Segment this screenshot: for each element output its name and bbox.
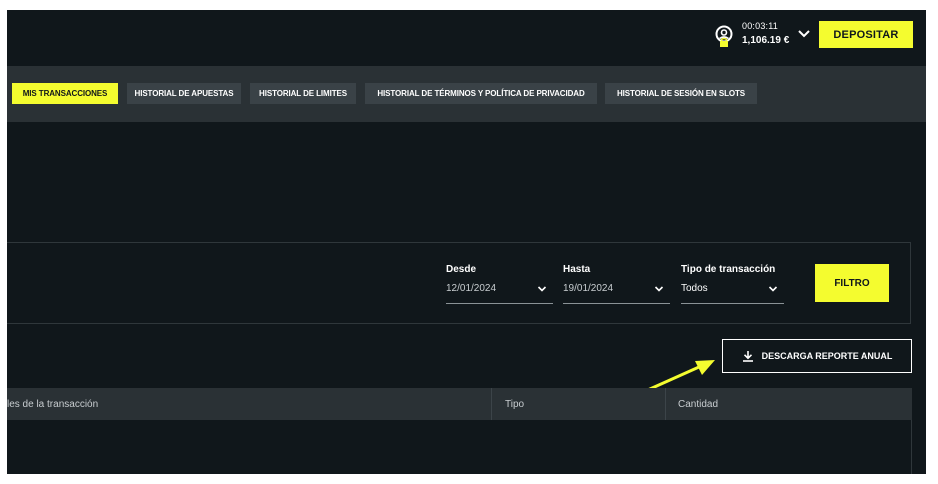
desde-underline: [446, 303, 553, 304]
column-detalles: les de la transacción: [7, 398, 99, 410]
account-tabs: MIS TRANSACCIONES HISTORIAL DE APUESTAS …: [7, 66, 926, 122]
tipo-value[interactable]: Todos: [681, 283, 708, 294]
filter-panel: Desde 12/01/2024 Hasta 19/01/2024 Tipo d…: [7, 242, 911, 324]
column-cantidad: Cantidad: [678, 398, 719, 410]
tab-historial-terminos[interactable]: HISTORIAL DE TÉRMINOS Y POLÍTICA DE PRIV…: [365, 83, 597, 104]
hasta-value[interactable]: 19/01/2024: [563, 283, 613, 294]
tab-historial-sesion-slots[interactable]: HISTORIAL DE SESIÓN EN SLOTS: [605, 83, 757, 104]
column-divider: [665, 388, 666, 420]
column-tipo: Tipo: [505, 398, 525, 410]
desde-label: Desde: [446, 264, 477, 275]
session-timer: 00:03:11: [742, 21, 778, 31]
download-annual-report-button[interactable]: DESCARGA REPORTE ANUAL: [722, 339, 912, 373]
desde-value[interactable]: 12/01/2024: [446, 283, 496, 294]
hasta-underline: [563, 303, 670, 304]
app-window: 00:03:11 1,106.19 € DEPOSITAR MIS TRANSA…: [7, 10, 926, 474]
chevron-down-icon[interactable]: [797, 29, 811, 39]
tab-mis-transacciones[interactable]: MIS TRANSACCIONES: [12, 83, 118, 104]
table-right-border: [911, 420, 912, 474]
tab-historial-apuestas[interactable]: HISTORIAL DE APUESTAS: [127, 83, 241, 104]
download-icon: [742, 351, 753, 362]
tab-historial-limites[interactable]: HISTORIAL DE LIMITES: [250, 83, 356, 104]
chevron-down-icon[interactable]: [768, 285, 778, 293]
deposit-button[interactable]: DEPOSITAR: [819, 21, 913, 48]
filter-button[interactable]: FILTRO: [815, 264, 889, 302]
tipo-label: Tipo de transacción: [681, 264, 776, 275]
account-balance: 1,106.19 €: [742, 35, 790, 46]
chevron-down-icon[interactable]: [654, 285, 664, 293]
user-lock-icon[interactable]: [713, 25, 735, 49]
chevron-down-icon[interactable]: [537, 285, 547, 293]
transactions-table-header: les de la transacción Tipo Cantidad: [7, 388, 912, 420]
tipo-underline: [681, 303, 784, 304]
hasta-label: Hasta: [563, 264, 591, 275]
column-divider: [491, 388, 492, 420]
download-label: DESCARGA REPORTE ANUAL: [761, 351, 893, 361]
top-header: 00:03:11 1,106.19 € DEPOSITAR: [7, 10, 926, 66]
